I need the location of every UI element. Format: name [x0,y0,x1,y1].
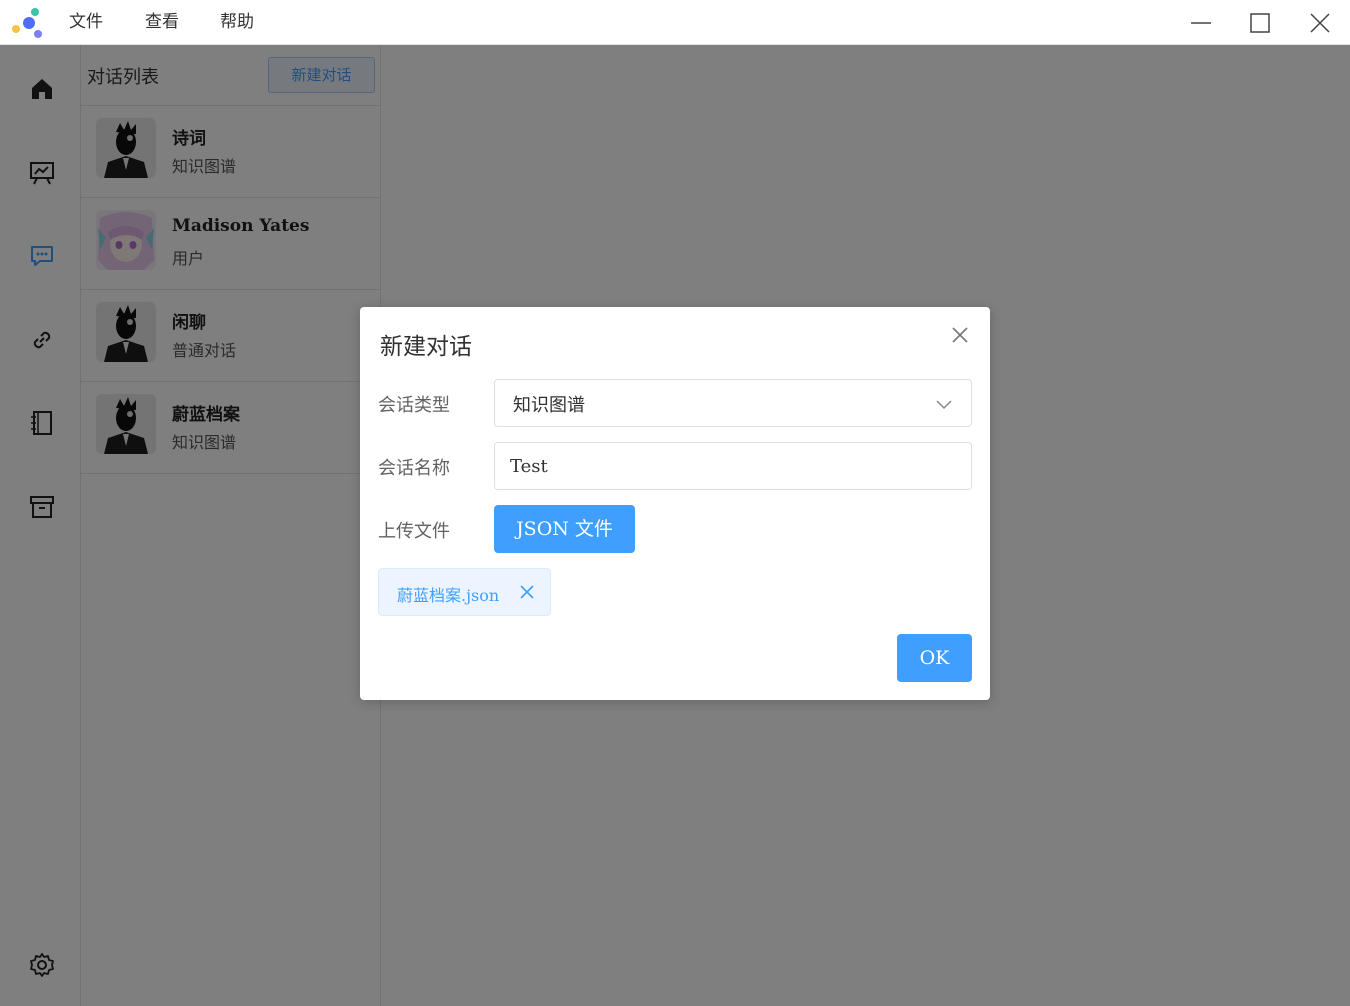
remove-file-icon[interactable] [519,584,535,600]
chevron-down-icon [936,400,952,410]
session-type-value: 知识图谱 [513,395,585,416]
new-conversation-dialog: 新建对话 会话类型 知识图谱 会话名称 上传文件 JSON 文件 蔚蓝档案.js… [360,307,990,700]
close-window-button[interactable] [1290,0,1350,45]
dialog-title: 新建对话 [380,334,472,360]
minimize-button[interactable] [1171,0,1231,45]
ok-button[interactable]: OK [897,634,972,682]
close-icon[interactable] [948,323,972,347]
maximize-button[interactable] [1230,0,1290,45]
minimize-icon [1191,21,1211,24]
uploaded-file-tag: 蔚蓝档案.json [378,568,551,616]
app-logo-icon [12,8,42,38]
menu-file[interactable]: 文件 [69,0,103,45]
session-name-input[interactable] [494,442,972,490]
uploaded-file-name: 蔚蓝档案.json [397,586,500,605]
session-name-label: 会话名称 [378,458,450,479]
menu-help[interactable]: 帮助 [220,0,254,45]
title-bar: 文件 查看 帮助 [0,0,1350,45]
menu-view[interactable]: 查看 [145,0,179,45]
maximize-icon [1250,12,1270,33]
upload-json-button[interactable]: JSON 文件 [494,505,635,553]
session-type-label: 会话类型 [378,395,450,416]
upload-file-label: 上传文件 [378,521,450,542]
session-type-select[interactable]: 知识图谱 [494,379,972,427]
close-icon [1310,12,1330,33]
